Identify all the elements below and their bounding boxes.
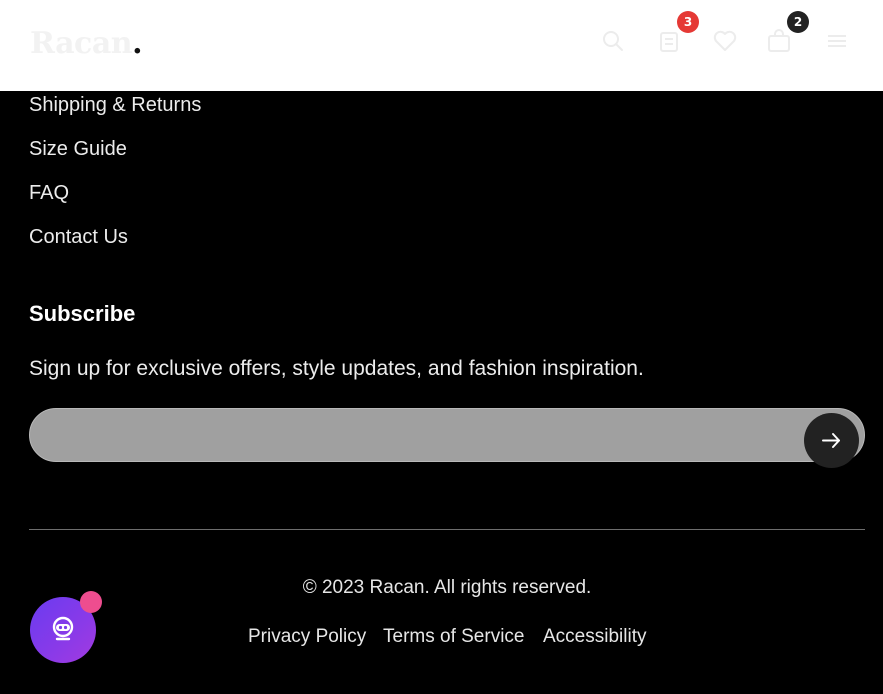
terms-of-service-link[interactable]: Terms of Service [383, 626, 524, 648]
menu-icon[interactable] [824, 28, 850, 54]
subscribe-description: Sign up for exclusive offers, style upda… [29, 357, 644, 380]
email-field-wrapper [29, 408, 865, 463]
cart-count-badge: 2 [787, 11, 809, 33]
heart-icon[interactable] [712, 28, 738, 54]
footer-link-contact-us[interactable]: Contact Us [29, 226, 128, 249]
compare-count-badge: 3 [677, 11, 699, 33]
privacy-policy-link[interactable]: Privacy Policy [248, 626, 366, 648]
logo-dot: . [132, 26, 143, 61]
accessibility-link[interactable]: Accessibility [543, 626, 646, 648]
compare-icon[interactable] [657, 28, 683, 54]
subscribe-title: Subscribe [29, 301, 136, 326]
logo-text: Racan [30, 26, 133, 61]
email-field[interactable] [50, 409, 794, 463]
footer-divider [29, 529, 865, 530]
footer-link-faq[interactable]: FAQ [29, 182, 69, 205]
cart-icon[interactable] [766, 28, 792, 54]
site-header: Racan. 3 2 [0, 0, 883, 91]
arrow-right-icon [822, 433, 840, 448]
copyright-text: © 2023 Racan. All rights reserved. [302, 577, 592, 598]
footer-link-shipping-returns[interactable]: Shipping & Returns [29, 94, 201, 117]
chat-notification-dot [80, 591, 102, 613]
search-icon[interactable] [600, 28, 626, 54]
site-logo[interactable]: Racan. [30, 26, 143, 61]
subscribe-submit-button[interactable] [804, 413, 859, 468]
footer-link-size-guide[interactable]: Size Guide [29, 138, 127, 161]
